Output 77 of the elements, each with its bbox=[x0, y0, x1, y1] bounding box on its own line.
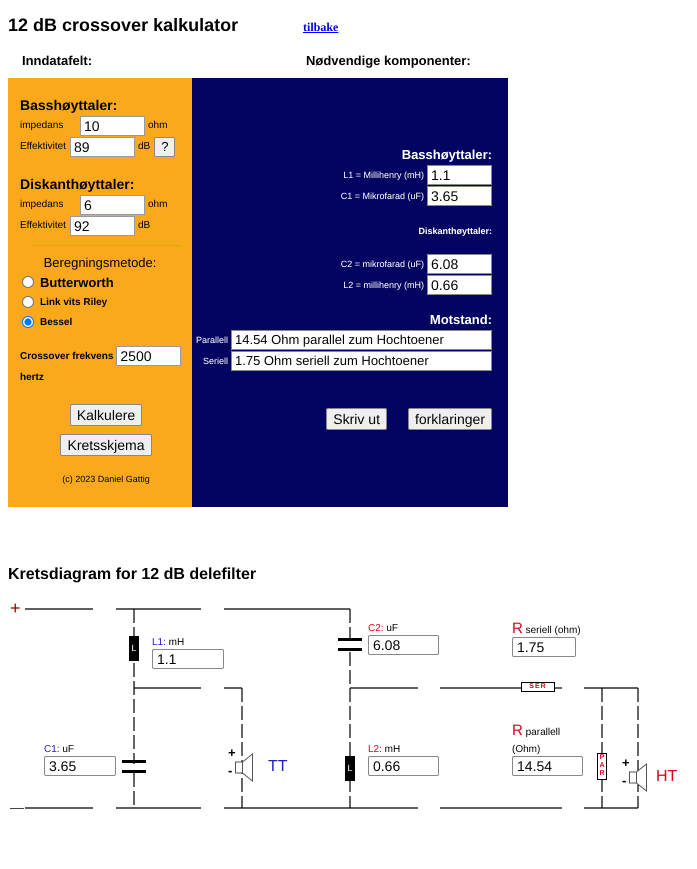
plus-sign: + bbox=[228, 746, 236, 759]
radio-option[interactable]: Link vits Riley bbox=[20, 292, 192, 312]
field-label: impedans bbox=[20, 120, 64, 131]
speaker-icon bbox=[629, 763, 648, 792]
plus-sign: + bbox=[10, 599, 21, 617]
inductor-symbol: L bbox=[129, 636, 139, 661]
component-label: (Ohm) bbox=[512, 743, 542, 756]
output-field[interactable]: 3.65 bbox=[427, 186, 492, 206]
input-field[interactable]: 92 bbox=[70, 216, 135, 236]
component-label: R parallell bbox=[512, 724, 562, 739]
capacitor-icon bbox=[122, 760, 146, 773]
group-heading: Diskanthøyttaler: bbox=[20, 176, 136, 192]
action-button[interactable]: forklaringer bbox=[408, 408, 492, 430]
output-field[interactable]: 1.75 Ohm seriell zum Hochtoener bbox=[231, 350, 492, 370]
radio-button[interactable] bbox=[22, 296, 34, 308]
plus-sign: + bbox=[622, 756, 630, 769]
field-label: L1 = Millihenry (mH) bbox=[343, 170, 424, 180]
value-field[interactable]: 0.66 bbox=[368, 756, 439, 776]
output-field[interactable]: 1.1 bbox=[427, 164, 492, 184]
unit-label: ohm bbox=[148, 120, 168, 131]
field-label: Effektivitet bbox=[20, 141, 67, 152]
component-label: C1: uF bbox=[44, 743, 76, 756]
field-label: Seriell bbox=[202, 356, 228, 366]
field-label: Effektivitet bbox=[20, 220, 67, 231]
section-title: Kretsdiagram for 12 dB delefilter bbox=[8, 566, 258, 585]
component-label: L1: mH bbox=[152, 636, 186, 649]
component-label: C2: uF bbox=[368, 622, 400, 635]
field-label: Crossover frekvens bbox=[20, 350, 114, 362]
field-label: L2 = millihenry (mH) bbox=[343, 280, 424, 290]
capacitor-icon bbox=[338, 638, 362, 651]
action-button[interactable]: Kalkulere bbox=[70, 404, 142, 426]
radio-button[interactable] bbox=[22, 276, 34, 288]
output-field[interactable]: 6.08 bbox=[427, 254, 492, 274]
output-field[interactable]: 0.66 bbox=[427, 274, 492, 294]
unit-label: dB bbox=[138, 220, 150, 231]
field-label: C1 = Mikrofarad (uF) bbox=[340, 190, 424, 200]
value-field[interactable]: 1.75 bbox=[512, 637, 576, 657]
inductor-symbol: L bbox=[345, 756, 355, 781]
help-button[interactable]: ? bbox=[154, 136, 176, 156]
value-field[interactable]: 6.08 bbox=[368, 635, 439, 655]
group-heading: Motstand: bbox=[430, 312, 492, 327]
minus-sign: - bbox=[228, 764, 232, 777]
unit-label: hertz bbox=[20, 372, 45, 383]
group-heading: Diskanthøyttaler: bbox=[418, 226, 492, 236]
input-field[interactable]: 2500 bbox=[116, 346, 182, 366]
radio-option[interactable]: Butterworth bbox=[20, 272, 192, 292]
radio-option[interactable]: Bessel bbox=[20, 312, 192, 332]
value-field[interactable]: 1.1 bbox=[152, 649, 224, 669]
input-field[interactable]: 89 bbox=[70, 136, 135, 156]
group-heading: Basshøyttaler: bbox=[20, 97, 118, 113]
minus-sign: — bbox=[10, 800, 24, 814]
input-field[interactable]: 6 bbox=[80, 194, 145, 214]
field-label: impedans bbox=[20, 199, 64, 210]
copyright-text: (c) 2023 Daniel Gattig bbox=[61, 474, 151, 484]
section-heading: Nødvendige komponenter: bbox=[306, 52, 471, 68]
unit-label: dB bbox=[138, 141, 150, 152]
group-heading: Beregningsmetode: bbox=[42, 255, 158, 270]
radio-button[interactable] bbox=[22, 316, 34, 328]
action-button[interactable]: Kretsskjema bbox=[60, 434, 152, 456]
speaker-label: HT bbox=[656, 768, 678, 786]
output-field[interactable]: 14.54 Ohm parallel zum Hochtoener bbox=[231, 330, 492, 350]
action-button[interactable]: Skriv ut bbox=[326, 408, 387, 430]
component-label: L2: mH bbox=[368, 743, 402, 756]
field-label: C2 = mikrofarad (uF) bbox=[340, 258, 424, 268]
page-title: 12 dB crossover kalkulator bbox=[8, 15, 240, 36]
section-heading: Inndatafelt: bbox=[22, 52, 94, 68]
value-field[interactable]: 14.54 bbox=[512, 756, 583, 776]
speaker-icon bbox=[235, 753, 254, 782]
value-field[interactable]: 3.65 bbox=[44, 756, 116, 776]
field-label: Parallell bbox=[196, 334, 228, 344]
unit-label: ohm bbox=[148, 199, 168, 210]
minus-sign: - bbox=[622, 774, 626, 787]
component-label: R seriell (ohm) bbox=[512, 622, 581, 637]
group-heading: Basshøyttaler: bbox=[402, 147, 492, 162]
speaker-label: TT bbox=[268, 758, 288, 776]
back-link[interactable]: tilbake bbox=[303, 20, 338, 35]
input-field[interactable]: 10 bbox=[80, 116, 145, 136]
